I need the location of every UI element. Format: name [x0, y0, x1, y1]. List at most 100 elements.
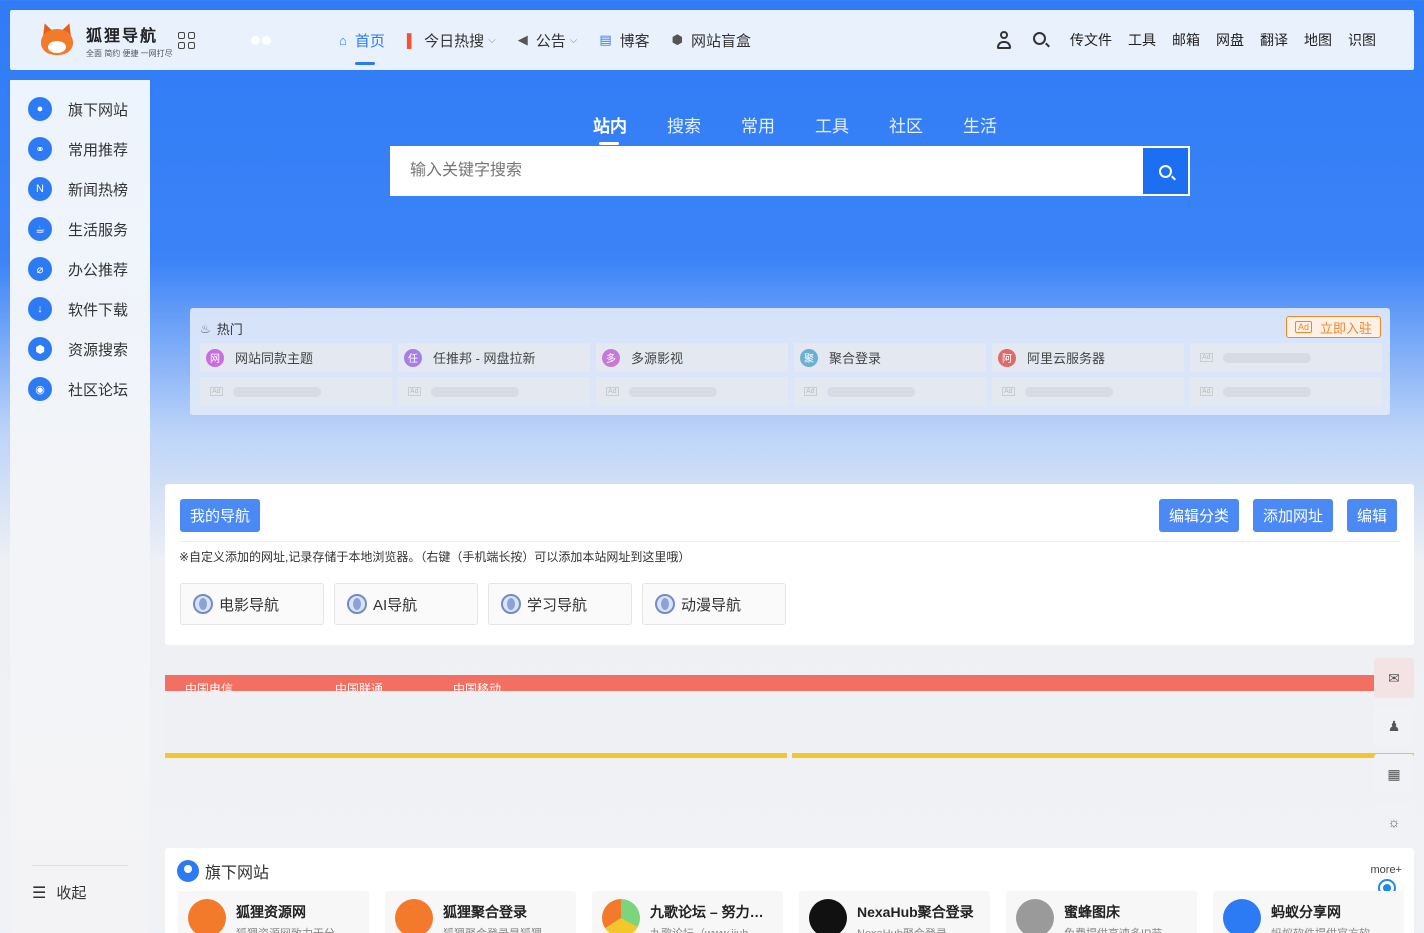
edit-category-button[interactable]: 编辑分类 [1159, 499, 1240, 532]
tool-tools[interactable]: 工具 [1128, 30, 1156, 50]
hot-item[interactable]: 多 多源影视 [596, 343, 788, 372]
my-nav-card[interactable]: 电影导航 [180, 583, 324, 625]
collapse-icon: ☰ [32, 884, 47, 902]
search-tab-common[interactable]: 常用 [741, 112, 775, 137]
search-tab-life[interactable]: 生活 [963, 112, 997, 137]
my-nav-cards: 电影导航 AI导航 学习导航 动漫导航 [180, 583, 786, 625]
tool-map[interactable]: 地图 [1304, 30, 1332, 50]
search-input[interactable] [392, 148, 1143, 194]
ad-slot-placeholder[interactable]: Ad [200, 377, 392, 406]
nav-item-blog[interactable]: ▤ 博客 [599, 10, 649, 70]
tool-upload-file[interactable]: 传文件 [1070, 30, 1112, 50]
site-card[interactable]: 九歌论坛 – 努力…九歌论坛（www.jiuh [592, 891, 783, 933]
hot-title: ♨ 热门 [200, 321, 243, 338]
search-submit-button[interactable] [1143, 148, 1188, 194]
site-logo[interactable]: 狐狸导航 全面 简约 便捷 一网打尽 [38, 21, 178, 59]
site-avatar [188, 899, 226, 933]
sun-theme-icon[interactable]: ☼ [1374, 802, 1414, 842]
site-avatar [1223, 899, 1261, 933]
globe-icon [655, 594, 675, 614]
search-icon[interactable] [1032, 31, 1050, 49]
search-tab-search[interactable]: 搜索 [667, 112, 701, 137]
divider [179, 541, 1400, 542]
apps-grid-icon[interactable] [178, 31, 195, 49]
user-icon[interactable] [996, 31, 1012, 49]
nav-item-blind-box[interactable]: ⬢ 网站盲盒 [672, 10, 751, 70]
clip-icon: ⌀ [28, 257, 52, 281]
sidebar-collapse-button[interactable]: ☰ 收起 [32, 865, 128, 903]
site-card[interactable]: 狐狸聚合登录狐狸聚合登录是狐狸 [385, 891, 576, 933]
site-avatar [1016, 899, 1054, 933]
hot-item[interactable]: 任 任推邦 - 网盘拉新 [398, 343, 590, 372]
qq-icon[interactable]: ♟ [1374, 706, 1414, 746]
search-box [390, 146, 1190, 196]
ad-slot-placeholder[interactable]: Ad [398, 377, 590, 406]
search-tab-site[interactable]: 站内 [593, 112, 627, 145]
nav-item-hot-search[interactable]: ▌ 今日热搜 ⌵ [407, 10, 496, 70]
thumb-up-icon: ♨ [200, 321, 211, 336]
site-avatar [809, 899, 847, 933]
download-icon: ↓ [28, 297, 52, 321]
carrier-banner[interactable]: 中国电信 中国联通 中国移动 [165, 675, 1375, 691]
site-card[interactable]: 蜜蜂图床免费提供高速多IP节 [1006, 891, 1197, 933]
tool-mail[interactable]: 邮箱 [1172, 30, 1200, 50]
speaker-icon: ◀ [517, 32, 528, 47]
box-icon: ⬢ [671, 32, 683, 47]
sidebar-item-own-sites[interactable]: ● 旗下网站 [10, 89, 150, 129]
edit-button[interactable]: 编辑 [1347, 499, 1398, 532]
own-sites-panel: 旗下网站 more+ 狐狸资源网狐狸资源网致力于分 狐狸聚合登录狐狸聚合登录是狐… [165, 848, 1414, 933]
hot-item[interactable]: 聚 聚合登录 [794, 343, 986, 372]
promo-banner-left[interactable] [165, 753, 787, 758]
planet-icon: ◉ [28, 377, 52, 401]
site-avatar [395, 899, 433, 933]
hot-item[interactable]: 阿 阿里云服务器 [992, 343, 1184, 372]
chevron-down-icon: ⌵ [569, 34, 578, 46]
nav-item-notice[interactable]: ◀ 公告 ⌵ [518, 10, 578, 70]
add-site-button[interactable]: 添加网址 [1253, 499, 1334, 532]
my-nav-card[interactable]: AI导航 [334, 583, 478, 625]
document-icon: ▤ [599, 32, 612, 47]
site-avatar [602, 899, 640, 933]
sidebar-item-forum[interactable]: ◉ 社区论坛 [10, 369, 150, 409]
sidebar-item-recommended[interactable]: ⚭ 常用推荐 [10, 129, 150, 169]
hot-grid: 网 网站同款主题 任 任推邦 - 网盘拉新 多 多源影视 聚 聚合登录 阿 阿里… [200, 343, 1382, 406]
ad-slot-placeholder[interactable]: Ad [992, 377, 1184, 406]
my-nav-card[interactable]: 学习导航 [488, 583, 632, 625]
logo-subtitle: 全面 简约 便捷 一网打尽 [86, 48, 173, 58]
tool-netdisk[interactable]: 网盘 [1216, 30, 1244, 50]
my-nav-panel: 我的导航 编辑分类 添加网址 编辑 ※自定义添加的网址,记录存储于本地浏览器。（… [165, 484, 1414, 645]
calculator-icon[interactable]: ▦ [1374, 754, 1414, 794]
search-tab-tools[interactable]: 工具 [815, 112, 849, 137]
ad-slot-placeholder[interactable]: Ad [794, 377, 986, 406]
hot-panel: ♨ 热门 Ad 立即入驻 网 网站同款主题 任 任推邦 - 网盘拉新 多 多源影… [190, 308, 1390, 415]
tool-translate[interactable]: 翻译 [1260, 30, 1288, 50]
search-icon [1159, 164, 1172, 178]
sidebar-item-life[interactable]: ☕ 生活服务 [10, 209, 150, 249]
hot-item[interactable]: 网 网站同款主题 [200, 343, 392, 372]
site-card[interactable]: 蚂蚁分享网蚂蚁软件提供官方软 [1213, 891, 1404, 933]
sidebar-item-resources[interactable]: ⬢ 资源搜索 [10, 329, 150, 369]
site-card[interactable]: 狐狸资源网狐狸资源网致力于分 [178, 891, 369, 933]
header-tools: 传文件 工具 邮箱 网盘 翻译 地图 识图 [996, 10, 1376, 70]
my-nav-title-button[interactable]: 我的导航 [180, 499, 261, 532]
more-link[interactable]: more+ [1371, 864, 1403, 876]
ad-slot-placeholder[interactable]: Ad [596, 377, 788, 406]
my-nav-card[interactable]: 动漫导航 [642, 583, 786, 625]
sidebar-item-software[interactable]: ↓ 软件下载 [10, 289, 150, 329]
theme-toggle-dots-icon[interactable] [251, 35, 271, 45]
search-tab-community[interactable]: 社区 [889, 112, 923, 137]
join-now-button[interactable]: Ad 立即入驻 [1285, 316, 1381, 338]
sidebar-item-news[interactable]: N 新闻热榜 [10, 169, 150, 209]
ad-slot-placeholder[interactable]: Ad [1190, 343, 1382, 372]
nav-item-home[interactable]: ⌂ 首页 [339, 10, 385, 70]
sidebar-item-office[interactable]: ⌀ 办公推荐 [10, 249, 150, 289]
logo-title: 狐狸导航 [86, 27, 159, 45]
news-icon: N [28, 177, 52, 201]
ad-slot-placeholder[interactable]: Ad [1190, 377, 1382, 406]
ad-icon: Ad [1294, 321, 1312, 333]
hot-badge: 多 [602, 348, 620, 367]
tool-image-search[interactable]: 识图 [1348, 30, 1376, 50]
wechat-icon[interactable]: ✉ [1374, 658, 1414, 698]
promo-banner-right[interactable] [792, 753, 1414, 758]
site-card[interactable]: NexaHub聚合登录NexaHub聚合登录 [799, 891, 990, 933]
